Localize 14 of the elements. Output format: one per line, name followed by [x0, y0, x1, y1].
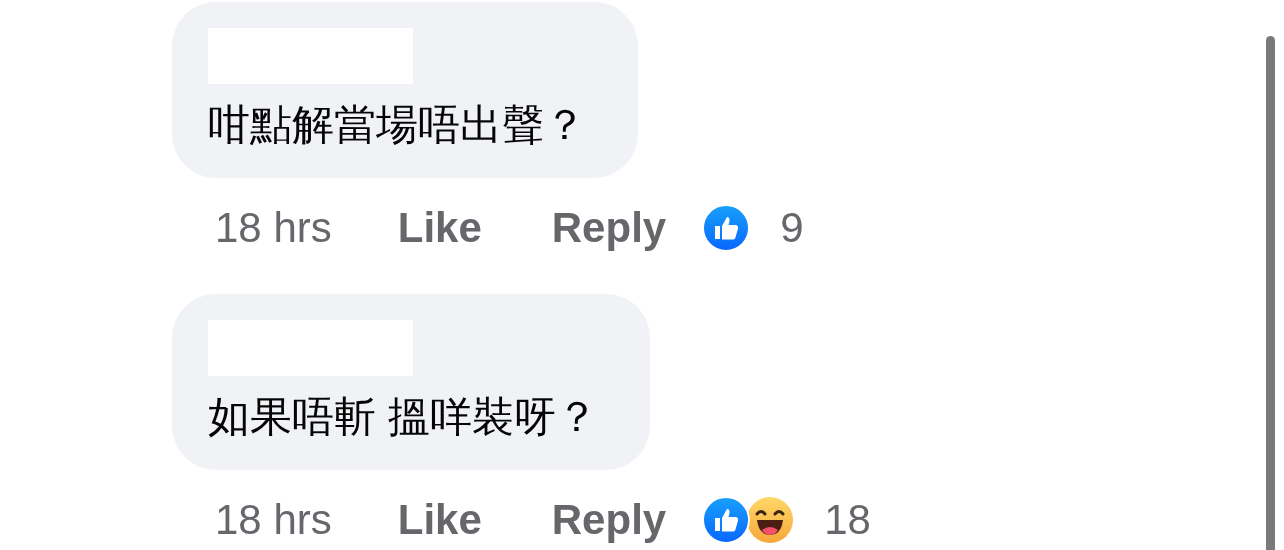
comment-text: 如果唔斬 搵咩裝呀？ — [208, 392, 598, 442]
comment-text: 咁點解當場唔出聲？ — [208, 100, 586, 150]
laughing-face-icon — [746, 496, 795, 544]
like-icon — [702, 496, 751, 544]
like-icon — [702, 204, 751, 252]
reply-link[interactable]: Reply — [551, 202, 667, 254]
reaction-count[interactable]: 18 — [824, 494, 871, 546]
reply-link[interactable]: Reply — [551, 494, 667, 546]
scrollbar[interactable] — [1266, 36, 1275, 550]
like-link[interactable]: Like — [397, 202, 482, 254]
reaction-count[interactable]: 9 — [780, 202, 804, 254]
comment-time: 18 hrs — [215, 203, 332, 253]
like-link[interactable]: Like — [397, 494, 482, 546]
comment-time: 18 hrs — [215, 495, 332, 545]
